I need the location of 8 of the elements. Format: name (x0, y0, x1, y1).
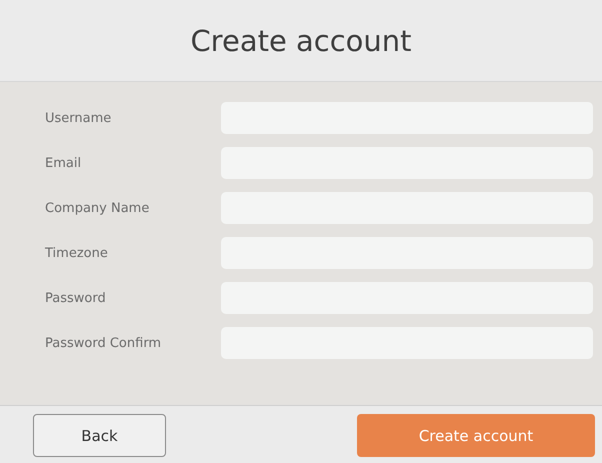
field-label: Company Name (45, 200, 150, 216)
field-label: Password (45, 290, 107, 306)
page-title: Create account (190, 24, 412, 58)
field-label: Username (45, 110, 112, 126)
field-label: Password Confirm (45, 336, 162, 350)
field-label: Timezone (45, 246, 109, 260)
back-button[interactable]: Back (33, 414, 166, 457)
field-label: Email (45, 156, 82, 170)
